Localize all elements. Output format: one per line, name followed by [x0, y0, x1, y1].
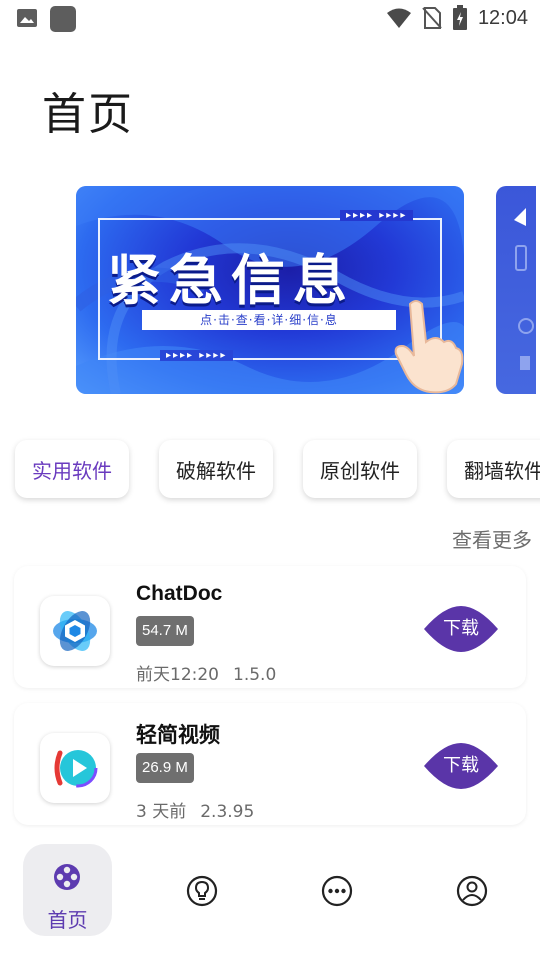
see-more-link[interactable]: 查看更多 — [452, 524, 532, 553]
video-play-logo-icon — [40, 733, 110, 803]
app-name: ChatDoc — [136, 582, 223, 605]
film-reel-icon — [54, 864, 80, 890]
chatdoc-logo-icon — [40, 596, 110, 666]
banner-peek-decoration — [514, 208, 534, 370]
banner-arrows-top: ▸▸▸▸ ▸▸▸▸ — [340, 210, 414, 221]
banner-subline: 点·击·查·看·详·细·信·息 — [142, 310, 396, 330]
app-size-badge: 26.9 M — [136, 753, 194, 783]
app-version: 1.5.0 — [233, 665, 277, 685]
wifi-icon — [386, 8, 411, 28]
app-meta: 前天12:20 1.5.0 — [136, 660, 276, 685]
app-meta: 3 天前 2.3.95 — [136, 797, 254, 822]
banner-arrows-bottom: ▸▸▸▸ ▸▸▸▸ — [160, 350, 234, 361]
image-icon — [17, 9, 37, 27]
download-button-label: 下载 — [443, 618, 479, 639]
banner-carousel-slide[interactable]: ▸▸▸▸ ▸▸▸▸ ▸▸▸▸ ▸▸▸▸ 紧急信息 点·击·查·看·详·细·信·息 — [76, 186, 464, 394]
nav-home[interactable]: 首页 — [23, 844, 112, 936]
chip-cracked-software[interactable]: 破解软件 — [159, 440, 273, 498]
category-chips: 实用软件 破解软件 原创软件 翻墙软件 — [0, 440, 540, 500]
app-list-item[interactable]: ChatDoc 54.7 M 前天12:20 1.5.0 下载 — [14, 566, 526, 688]
status-icons: 12:04 — [386, 4, 528, 32]
chip-utility-software[interactable]: 实用软件 — [15, 440, 129, 498]
no-sim-icon — [422, 7, 442, 29]
bottom-navigation: 首页 — [0, 840, 540, 940]
battery-charging-icon — [452, 5, 467, 30]
download-button[interactable]: 下载 — [424, 606, 498, 652]
app-list-item[interactable]: 轻简视频 26.9 M 3 天前 2.3.95 下载 — [14, 703, 526, 825]
account-icon[interactable] — [455, 874, 489, 908]
app-date: 前天12:20 — [136, 665, 219, 685]
page-title: 首页 — [42, 89, 134, 140]
more-dots-icon[interactable] — [320, 874, 354, 908]
lightbulb-icon[interactable] — [185, 874, 219, 908]
banner-headline: 紧急信息 — [107, 249, 355, 312]
chip-original-software[interactable]: 原创软件 — [303, 440, 417, 498]
app-size-badge: 54.7 M — [136, 616, 194, 646]
download-button-label: 下载 — [443, 755, 479, 776]
nav-home-label: 首页 — [47, 908, 88, 932]
clock: 12:04 — [477, 6, 528, 29]
app-icon — [50, 6, 76, 32]
status-bar: 12:04 — [0, 0, 540, 36]
pointing-hand-icon — [394, 300, 464, 394]
app-version: 2.3.95 — [200, 802, 255, 822]
chip-vpn-software[interactable]: 翻墙软件 — [447, 440, 540, 498]
banner-next-slide-peek[interactable] — [496, 186, 536, 394]
app-date: 3 天前 — [136, 802, 187, 822]
download-button[interactable]: 下载 — [424, 743, 498, 789]
app-name: 轻简视频 — [136, 724, 220, 747]
